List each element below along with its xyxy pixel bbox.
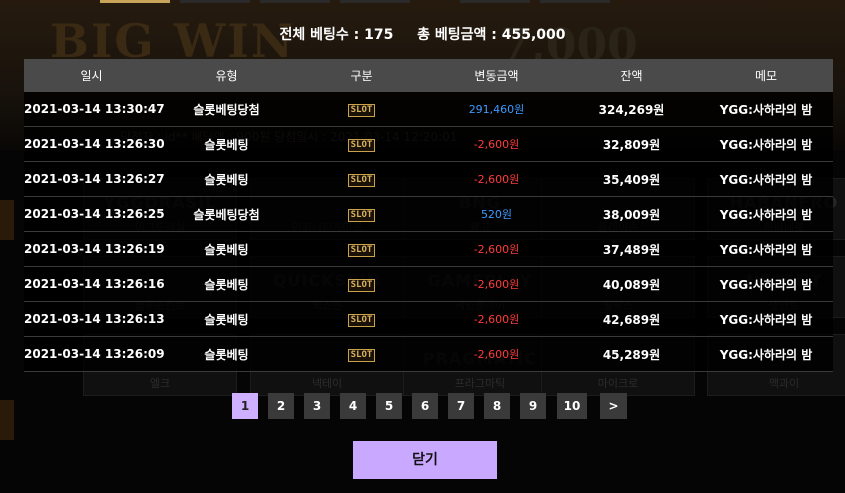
cell-amount: -2,600원 xyxy=(429,231,564,267)
total-bet-amount-value: 455,000 xyxy=(501,27,566,43)
cell-type: 슬롯베팅 xyxy=(159,161,294,197)
table-row: 2021-03-14 13:26:09 슬롯베팅 SLOT -2,600원 45,289… xyxy=(24,336,833,372)
slot-badge-icon: SLOT xyxy=(347,244,376,257)
cell-datetime: 2021-03-14 13:26:19 xyxy=(24,231,165,267)
slot-badge-icon: SLOT xyxy=(347,174,376,187)
table-row: 2021-03-14 13:26:27 슬롯베팅 SLOT -2,600원 35,409… xyxy=(24,161,833,197)
cell-amount: -2,600원 xyxy=(429,336,564,372)
page-button-9[interactable]: 9 xyxy=(520,393,546,419)
cell-type: 슬롯베팅 xyxy=(159,301,294,337)
table-row: 2021-03-14 13:26:16 슬롯베팅 SLOT -2,600원 40,089… xyxy=(24,266,833,302)
cell-amount: -2,600원 xyxy=(429,126,564,162)
chevron-right-icon[interactable]: > xyxy=(600,393,627,419)
cell-balance: 45,289원 xyxy=(564,336,699,372)
page-button-1[interactable]: 1 xyxy=(232,393,258,419)
header-type: 유형 xyxy=(159,59,294,92)
header-balance: 잔액 xyxy=(564,59,699,92)
header-amount: 변동금액 xyxy=(429,59,564,92)
cell-datetime: 2021-03-14 13:26:13 xyxy=(24,301,165,337)
cell-balance: 40,089원 xyxy=(564,266,699,302)
cell-balance: 37,489원 xyxy=(564,231,699,267)
header-category: 구분 xyxy=(294,59,429,92)
slot-badge-icon: SLOT xyxy=(347,314,376,327)
cell-category: SLOT xyxy=(294,126,429,162)
pagination: 1 2 3 4 5 6 7 8 9 10 > xyxy=(0,393,845,419)
slot-badge-icon: SLOT xyxy=(347,139,376,152)
cell-category: SLOT xyxy=(294,266,429,302)
cell-memo: YGG:사하라의 밤 xyxy=(699,161,833,197)
cell-amount: -2,600원 xyxy=(429,301,564,337)
cell-memo: YGG:사하라의 밤 xyxy=(699,336,833,372)
slot-badge-icon: SLOT xyxy=(347,104,376,117)
cell-memo: YGG:사하라의 밤 xyxy=(699,126,833,162)
cell-type: 슬롯베팅당첨 xyxy=(159,92,294,127)
cell-category: SLOT xyxy=(294,161,429,197)
cell-datetime: 2021-03-14 13:26:09 xyxy=(24,336,165,372)
page-button-10[interactable]: 10 xyxy=(557,393,587,419)
cell-datetime: 2021-03-14 13:26:25 xyxy=(24,196,165,232)
cell-balance: 32,809원 xyxy=(564,126,699,162)
cell-memo: YGG:사하라의 밤 xyxy=(699,231,833,267)
cell-memo: YGG:사하라의 밤 xyxy=(699,301,833,337)
cell-type: 슬롯베팅 xyxy=(159,336,294,372)
cell-memo: YGG:사하라의 밤 xyxy=(699,266,833,302)
close-button[interactable]: 닫기 xyxy=(353,441,497,479)
table-row: 2021-03-14 13:26:30 슬롯베팅 SLOT -2,600원 32,809… xyxy=(24,126,833,162)
cell-amount: 291,460원 xyxy=(429,92,564,127)
cell-datetime: 2021-03-14 13:26:27 xyxy=(24,161,165,197)
page-button-5[interactable]: 5 xyxy=(376,393,402,419)
cell-amount: -2,600원 xyxy=(429,161,564,197)
cell-amount: 520원 xyxy=(429,196,564,232)
page-button-8[interactable]: 8 xyxy=(484,393,510,419)
betting-history-modal: 전체 베팅수 : 175 총 베팅금액 : 455,000 일시 유형 구분 변… xyxy=(0,0,845,493)
cell-datetime: 2021-03-14 13:26:30 xyxy=(24,126,165,162)
slot-badge-icon: SLOT xyxy=(347,209,376,222)
cell-balance: 42,689원 xyxy=(564,301,699,337)
betting-history-table: 일시 유형 구분 변동금액 잔액 메모 2021-03-14 13:30:47 슬… xyxy=(24,59,833,372)
cell-category: SLOT xyxy=(294,231,429,267)
table-header-row: 일시 유형 구분 변동금액 잔액 메모 xyxy=(24,59,833,92)
cell-category: SLOT xyxy=(294,301,429,337)
header-datetime: 일시 xyxy=(24,59,159,92)
betting-summary: 전체 베팅수 : 175 총 베팅금액 : 455,000 xyxy=(0,24,845,44)
page-button-7[interactable]: 7 xyxy=(448,393,474,419)
cell-memo: YGG:사하라의 밤 xyxy=(699,196,833,232)
table-row: 2021-03-14 13:30:47 슬롯베팅당첨 SLOT 291,460원 324… xyxy=(24,92,833,127)
cell-category: SLOT xyxy=(294,196,429,232)
cell-type: 슬롯베팅 xyxy=(159,266,294,302)
cell-type: 슬롯베팅 xyxy=(159,231,294,267)
cell-balance: 35,409원 xyxy=(564,161,699,197)
cell-type: 슬롯베팅 xyxy=(159,126,294,162)
cell-amount: -2,600원 xyxy=(429,266,564,302)
page-button-2[interactable]: 2 xyxy=(268,393,294,419)
page-button-3[interactable]: 3 xyxy=(304,393,330,419)
cell-balance: 324,269원 xyxy=(564,92,699,127)
cell-category: SLOT xyxy=(294,92,429,127)
header-memo: 메모 xyxy=(699,59,833,92)
cell-category: SLOT xyxy=(294,336,429,372)
total-bet-count-value: 175 xyxy=(364,27,394,43)
page-button-4[interactable]: 4 xyxy=(340,393,366,419)
total-bet-amount-label: 총 베팅금액 : xyxy=(417,27,497,43)
table-row: 2021-03-14 13:26:13 슬롯베팅 SLOT -2,600원 42,689… xyxy=(24,301,833,337)
cell-type: 슬롯베팅당첨 xyxy=(159,196,294,232)
cell-memo: YGG:사하라의 밤 xyxy=(699,92,833,127)
cell-datetime: 2021-03-14 13:26:16 xyxy=(24,266,165,302)
table-row: 2021-03-14 13:26:19 슬롯베팅 SLOT -2,600원 37,489… xyxy=(24,231,833,267)
cell-datetime: 2021-03-14 13:30:47 xyxy=(24,92,165,127)
cell-balance: 38,009원 xyxy=(564,196,699,232)
slot-badge-icon: SLOT xyxy=(347,349,376,362)
table-row: 2021-03-14 13:26:25 슬롯베팅당첨 SLOT 520원 38,009원… xyxy=(24,196,833,232)
slot-badge-icon: SLOT xyxy=(347,279,376,292)
total-bet-count-label: 전체 베팅수 : xyxy=(279,27,360,43)
page-button-6[interactable]: 6 xyxy=(412,393,438,419)
